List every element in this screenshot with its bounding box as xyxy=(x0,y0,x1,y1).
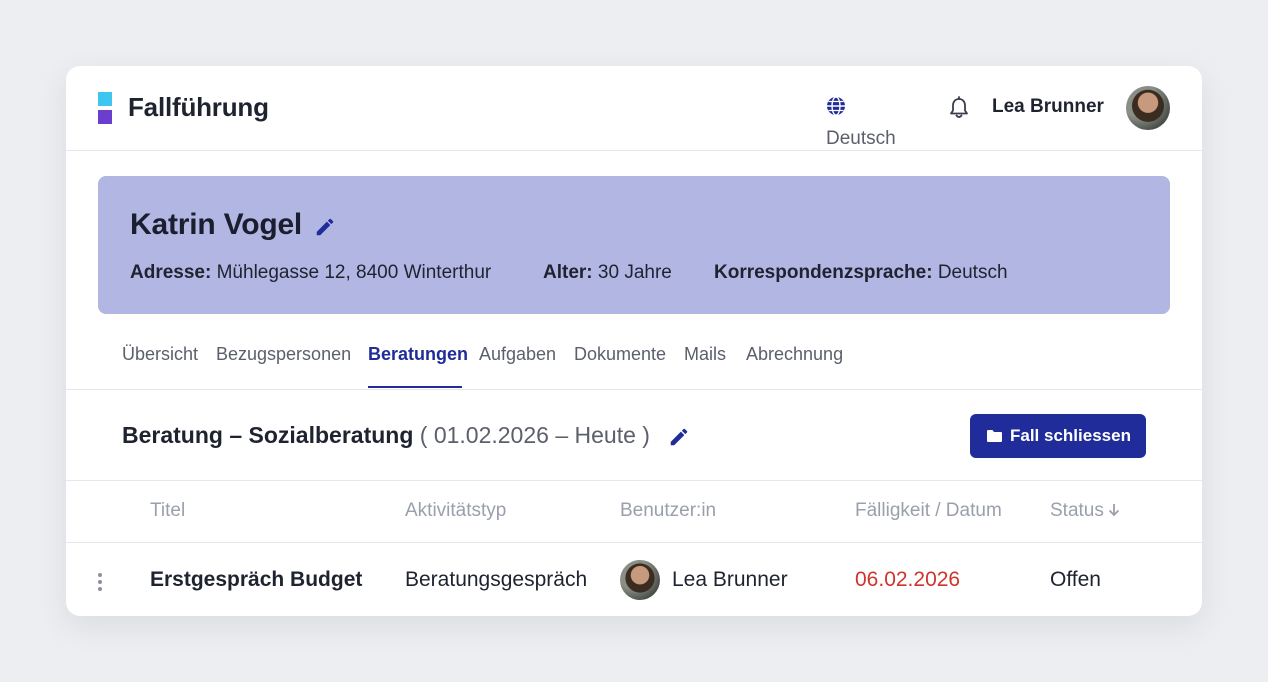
kebab-menu-icon[interactable] xyxy=(96,572,104,592)
address-item: Adresse: Mühlegasse 12, 8400 Winterthur xyxy=(130,262,491,284)
column-header-user[interactable]: Benutzer:in xyxy=(620,500,716,522)
active-tab-indicator xyxy=(368,386,462,388)
tab-dokumente[interactable]: Dokumente xyxy=(574,344,666,365)
app-title: Fallführung xyxy=(128,92,269,122)
bell-icon[interactable] xyxy=(948,96,970,120)
case-card: Fallführung Deutsch Lea Brunner Katrin V… xyxy=(66,66,1202,616)
tab-beratungen[interactable]: Beratungen xyxy=(368,344,468,365)
tab-bar: Übersicht Bezugspersonen Beratungen Aufg… xyxy=(122,336,1122,388)
row-title[interactable]: Erstgespräch Budget xyxy=(150,568,362,592)
column-header-title[interactable]: Titel xyxy=(150,500,185,522)
tab-uebersicht[interactable]: Übersicht xyxy=(122,344,198,365)
tab-aufgaben[interactable]: Aufgaben xyxy=(479,344,556,365)
tabs-divider xyxy=(66,389,1202,390)
close-case-label: Fall schliessen xyxy=(1010,426,1131,445)
pencil-icon[interactable] xyxy=(314,216,336,238)
pencil-icon[interactable] xyxy=(668,426,690,448)
row-due-date: 06.02.2026 xyxy=(855,568,961,591)
client-name: Katrin Vogel xyxy=(130,208,303,241)
folder-icon xyxy=(987,430,1002,442)
current-user-name[interactable]: Lea Brunner xyxy=(992,96,1104,118)
tab-mails[interactable]: Mails xyxy=(684,344,726,365)
language-label: Deutsch xyxy=(826,128,896,149)
address-value: Mühlegasse 12, 8400 Winterthur xyxy=(216,262,492,283)
age-label: Alter: xyxy=(543,262,593,283)
column-header-activity-type[interactable]: Aktivitätstyp xyxy=(405,500,506,522)
row-activity-type: Beratungsgespräch xyxy=(405,568,588,591)
language-item: Korrespondenzsprache: Deutsch xyxy=(714,262,1008,284)
globe-icon xyxy=(827,96,845,116)
tab-bezugspersonen[interactable]: Bezugspersonen xyxy=(216,344,351,365)
correspondence-language-label: Korrespondenzsprache: xyxy=(714,262,933,283)
client-banner: Katrin Vogel Adresse: Mühlegasse 12, 840… xyxy=(98,176,1170,314)
row-user: Lea Brunner xyxy=(672,568,788,591)
header-row-divider xyxy=(66,542,1202,543)
counseling-dates: ( 01.02.2026 – Heute ) xyxy=(419,422,650,448)
section-title: Beratung – Sozialberatung ( 01.02.2026 –… xyxy=(122,422,650,449)
correspondence-language-value: Deutsch xyxy=(937,262,1008,283)
age-value: 30 Jahre xyxy=(597,262,672,283)
column-header-status-label: Status xyxy=(1050,500,1104,521)
close-case-button[interactable]: Fall schliessen xyxy=(970,414,1146,458)
address-label: Adresse: xyxy=(130,262,212,283)
avatar[interactable] xyxy=(1126,86,1170,130)
top-bar: Fallführung Deutsch Lea Brunner xyxy=(66,66,1202,151)
counseling-title: Beratung – Sozialberatung xyxy=(122,422,414,448)
age-item: Alter: 30 Jahre xyxy=(543,262,672,284)
row-status: Offen xyxy=(1050,568,1101,591)
logo-mark xyxy=(98,92,112,124)
column-header-due-date[interactable]: Fälligkeit / Datum xyxy=(855,500,1002,522)
tab-abrechnung[interactable]: Abrechnung xyxy=(746,344,843,365)
avatar xyxy=(620,560,660,600)
sort-down-icon xyxy=(1108,504,1120,517)
section-divider xyxy=(66,480,1202,481)
column-header-status[interactable]: Status xyxy=(1050,500,1120,522)
